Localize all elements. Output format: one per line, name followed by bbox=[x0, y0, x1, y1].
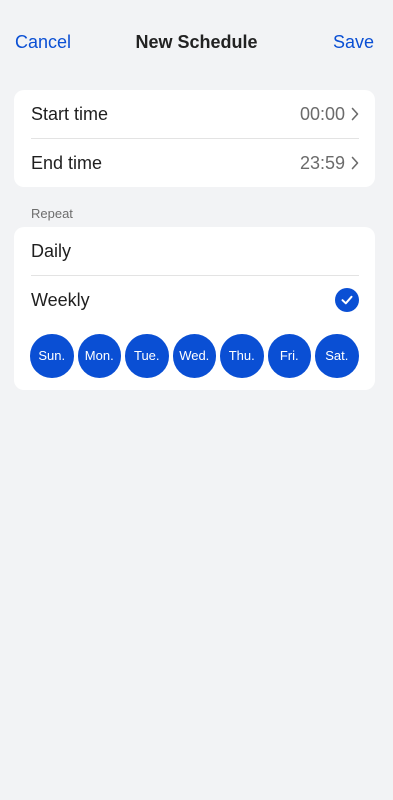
repeat-card: Daily Weekly Sun. Mon. Tue. Wed. Thu. Fr… bbox=[14, 227, 375, 390]
day-thu-button[interactable]: Thu. bbox=[220, 334, 264, 378]
repeat-option-weekly[interactable]: Weekly bbox=[31, 276, 359, 324]
start-time-value-group: 00:00 bbox=[300, 104, 359, 125]
chevron-right-icon bbox=[351, 107, 359, 121]
day-fri-button[interactable]: Fri. bbox=[267, 334, 311, 378]
start-time-label: Start time bbox=[31, 103, 109, 124]
day-sat-button[interactable]: Sat. bbox=[315, 334, 359, 378]
start-time-value: 00:00 bbox=[299, 103, 345, 124]
repeat-option-daily[interactable]: Daily bbox=[31, 227, 359, 275]
day-tue-button[interactable]: Tue. bbox=[125, 334, 169, 378]
repeat-section-label: Repeat bbox=[31, 206, 73, 221]
end-time-label: End time bbox=[31, 152, 103, 173]
save-button[interactable]: Save bbox=[333, 31, 374, 53]
day-wed-button[interactable]: Wed. bbox=[172, 334, 216, 378]
end-time-value-group: 23:59 bbox=[300, 153, 359, 174]
top-bar: Cancel New Schedule Save bbox=[0, 0, 393, 84]
weekday-selector: Sun. Mon. Tue. Wed. Thu. Fri. Sat. bbox=[30, 334, 359, 378]
checkmark-circle-icon bbox=[335, 288, 359, 312]
start-time-row[interactable]: Start time 00:00 bbox=[31, 90, 359, 138]
repeat-option-label: Weekly bbox=[31, 289, 90, 310]
time-card: Start time 00:00 End time 23:59 bbox=[14, 90, 375, 187]
day-sun-button[interactable]: Sun. bbox=[30, 334, 74, 378]
end-time-value: 23:59 bbox=[299, 152, 345, 173]
end-time-row[interactable]: End time 23:59 bbox=[31, 139, 359, 187]
day-mon-button[interactable]: Mon. bbox=[77, 334, 121, 378]
chevron-right-icon bbox=[351, 156, 359, 170]
repeat-option-label: Daily bbox=[31, 240, 72, 261]
